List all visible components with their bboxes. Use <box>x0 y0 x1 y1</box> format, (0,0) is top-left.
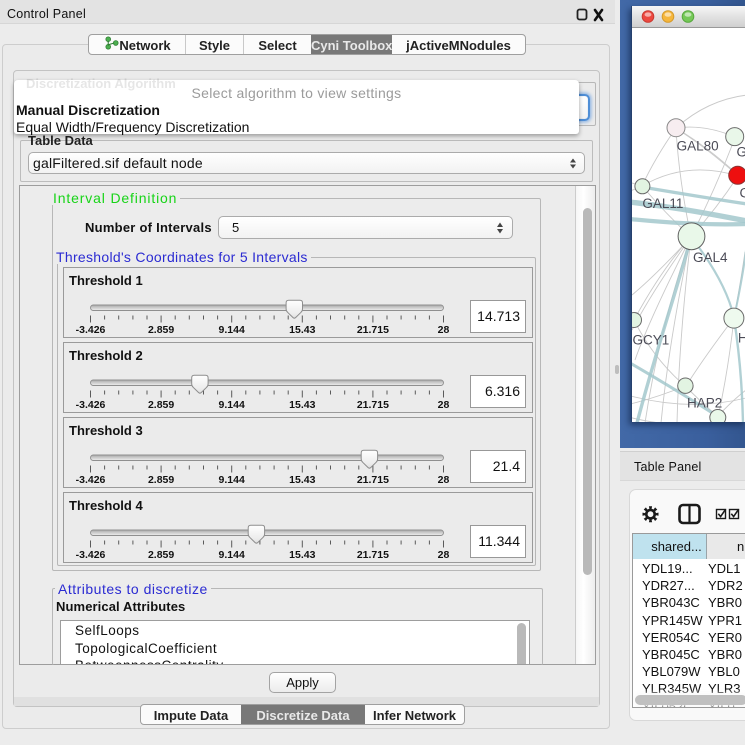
svg-text:15.43: 15.43 <box>289 399 315 411</box>
svg-text:-3.426: -3.426 <box>76 549 106 561</box>
svg-text:-3.426: -3.426 <box>76 324 106 336</box>
svg-text:28: 28 <box>438 474 450 486</box>
svg-text:9.144: 9.144 <box>219 324 245 336</box>
svg-text:-3.426: -3.426 <box>76 399 106 411</box>
svg-text:28: 28 <box>438 549 450 561</box>
svg-text:GAL4: GAL4 <box>693 250 728 265</box>
svg-text:GAL2: GAL2 <box>737 145 745 160</box>
svg-text:15.43: 15.43 <box>289 549 315 561</box>
svg-text:21.715: 21.715 <box>357 474 389 486</box>
svg-text:28: 28 <box>438 324 450 336</box>
svg-text:2.859: 2.859 <box>148 324 174 336</box>
svg-text:21.715: 21.715 <box>357 324 389 336</box>
svg-text:2.859: 2.859 <box>148 474 174 486</box>
svg-text:21.715: 21.715 <box>357 399 389 411</box>
svg-text:2.859: 2.859 <box>148 399 174 411</box>
svg-text:9.144: 9.144 <box>219 549 245 561</box>
svg-text:CYC8: CYC8 <box>740 186 745 201</box>
svg-text:15.43: 15.43 <box>289 324 315 336</box>
svg-text:GAL11: GAL11 <box>642 196 683 211</box>
svg-text:9.144: 9.144 <box>219 399 245 411</box>
svg-text:-3.426: -3.426 <box>76 474 106 486</box>
svg-text:2.859: 2.859 <box>148 549 174 561</box>
svg-text:HIS4: HIS4 <box>738 331 745 346</box>
svg-text:28: 28 <box>438 399 450 411</box>
svg-text:9.144: 9.144 <box>219 474 245 486</box>
svg-text:15.43: 15.43 <box>289 474 315 486</box>
svg-text:HAP2: HAP2 <box>687 396 722 411</box>
svg-text:GCY1: GCY1 <box>633 333 670 348</box>
svg-text:GAL80: GAL80 <box>677 139 719 154</box>
svg-text:21.715: 21.715 <box>357 549 389 561</box>
